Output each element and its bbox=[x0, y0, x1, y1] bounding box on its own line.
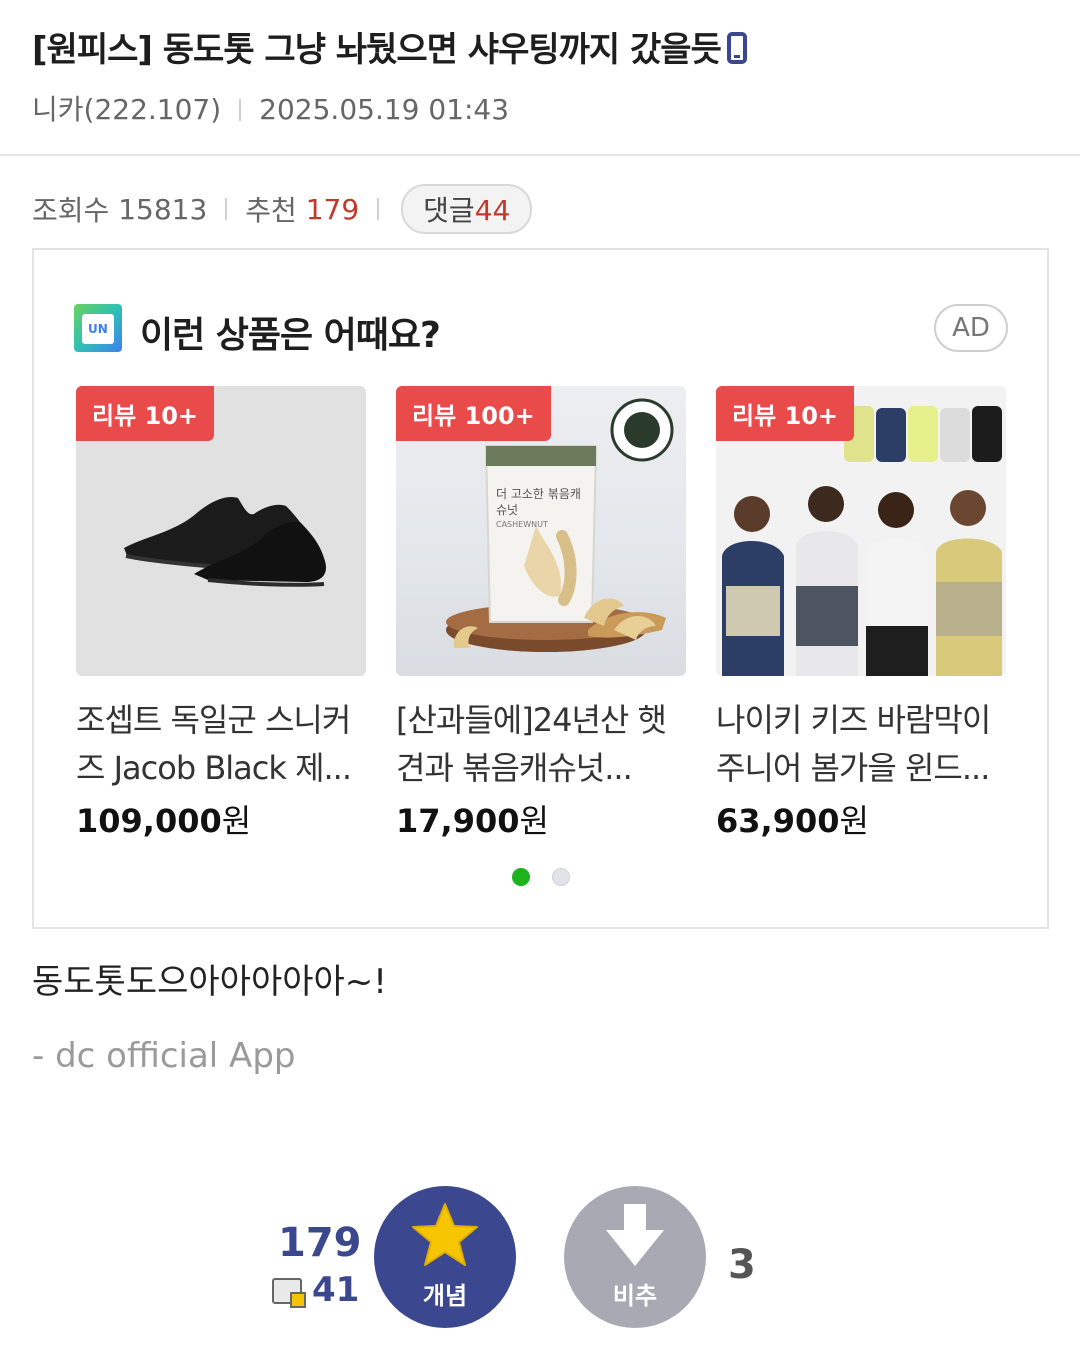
post-header: [원피스] 동도톳 그냥 놔뒀으면 샤우팅까지 갔을듯 니카(222.107) 2… bbox=[0, 0, 1080, 156]
product-card[interactable]: 리뷰 10+ 조셉트 독일군 스니커즈 Jacob Black 제... 109… bbox=[76, 386, 366, 842]
product-card[interactable]: 리뷰 100+ 더 고소한 볶음캐슈넛 CASHEWNUT [산과들에]24년산… bbox=[396, 386, 686, 842]
carousel-dot[interactable] bbox=[552, 868, 570, 886]
post-title-text: [원피스] 동도톳 그냥 놔뒀으면 샤우팅까지 갔을듯 bbox=[32, 30, 722, 70]
downvote-button[interactable]: 비추 bbox=[564, 1186, 706, 1328]
author-name[interactable]: 니카(222.107) bbox=[32, 93, 221, 126]
post-stats: 조회수 15813 추천 179 댓글44 bbox=[32, 184, 533, 234]
post-signature: - dc official App bbox=[32, 1036, 296, 1076]
ad-badge[interactable]: AD bbox=[934, 304, 1008, 352]
review-tag: 리뷰 10+ bbox=[716, 386, 855, 441]
arrow-down-icon bbox=[606, 1204, 664, 1266]
price-value: 17,900 bbox=[396, 802, 520, 840]
product-name[interactable]: 나이키 키즈 바람막이 주니어 봄가을 윈드... bbox=[716, 696, 1006, 792]
price-value: 63,900 bbox=[716, 802, 840, 840]
ad-heading: 이런 상품은 어때요? bbox=[140, 315, 441, 356]
product-image-cashew[interactable]: 리뷰 100+ 더 고소한 볶음캐슈넛 CASHEWNUT bbox=[396, 386, 686, 676]
price-value: 109,000 bbox=[76, 802, 222, 840]
fixed-upvote-count: 41 bbox=[312, 1270, 360, 1310]
downvote-count: 3 bbox=[728, 1242, 756, 1288]
divider bbox=[239, 99, 242, 121]
product-price: 63,900원 bbox=[716, 796, 1006, 842]
carousel-dot-active[interactable] bbox=[512, 868, 530, 886]
carousel-dots bbox=[512, 868, 570, 886]
upvote-count: 179 bbox=[278, 1220, 362, 1266]
vote-area: 179 41 개념 비추 3 bbox=[0, 1186, 1080, 1336]
upvote-label: 개념 bbox=[422, 1282, 468, 1310]
divider bbox=[377, 198, 380, 220]
package-label: 더 고소한 볶음캐슈넛 bbox=[496, 487, 581, 517]
product-card[interactable]: 리뷰 10+ KIDS 나이키 키즈 bbox=[716, 386, 1006, 842]
product-image-sneakers[interactable]: 리뷰 10+ bbox=[76, 386, 366, 676]
product-name[interactable]: [산과들에]24년산 햇견과 볶음캐슈넛... bbox=[396, 696, 686, 792]
currency: 원 bbox=[839, 802, 869, 840]
comments-button[interactable]: 댓글44 bbox=[401, 184, 533, 234]
recommend-label: 추천 bbox=[245, 194, 297, 227]
views-count: 15813 bbox=[118, 192, 208, 226]
post-datetime: 2025.05.19 01:43 bbox=[259, 93, 510, 126]
fixed-user-icon bbox=[272, 1278, 306, 1308]
product-image-windbreaker[interactable]: 리뷰 10+ KIDS bbox=[716, 386, 1006, 676]
post-meta: 니카(222.107) 2025.05.19 01:43 bbox=[32, 88, 509, 128]
downvote-label: 비추 bbox=[612, 1282, 658, 1310]
review-tag: 리뷰 100+ bbox=[396, 386, 551, 441]
post-body: 동도톳도으아아아아아~! bbox=[32, 962, 387, 1002]
post-title: [원피스] 동도톳 그냥 놔뒀으면 샤우팅까지 갔을듯 bbox=[32, 22, 747, 71]
package-sublabel: CASHEWNUT bbox=[496, 520, 548, 529]
product-price: 17,900원 bbox=[396, 796, 686, 842]
views-label: 조회수 bbox=[32, 194, 110, 227]
currency: 원 bbox=[221, 802, 252, 840]
product-name[interactable]: 조셉트 독일군 스니커즈 Jacob Black 제... bbox=[76, 696, 366, 792]
comments-count: 44 bbox=[474, 194, 511, 227]
product-price: 109,000원 bbox=[76, 796, 366, 842]
review-tag: 리뷰 10+ bbox=[76, 386, 215, 441]
divider bbox=[225, 198, 228, 220]
currency: 원 bbox=[519, 802, 549, 840]
star-icon bbox=[412, 1203, 478, 1266]
shopping-bag-logo-icon bbox=[74, 304, 122, 352]
recommend-count: 179 bbox=[305, 192, 360, 226]
mobile-icon bbox=[726, 32, 747, 64]
comments-label: 댓글 bbox=[423, 194, 475, 227]
ad-product-box: 이런 상품은 어때요? AD 리뷰 10+ 조셉트 독일군 스니커즈 Jacob… bbox=[32, 248, 1049, 929]
upvote-button[interactable]: 개념 bbox=[374, 1186, 516, 1328]
